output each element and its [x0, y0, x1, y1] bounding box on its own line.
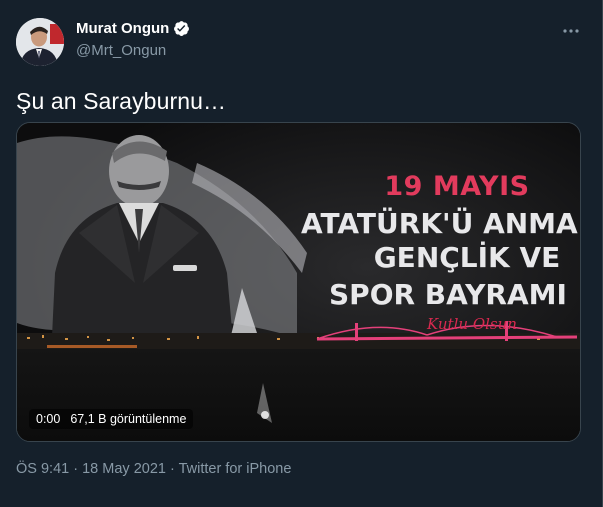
video-overlay-line-2: ATATÜRK'Ü ANMA	[301, 207, 578, 240]
avatar[interactable]	[16, 18, 64, 66]
verified-badge-icon	[173, 20, 190, 37]
video-player[interactable]: 19 MAYIS ATATÜRK'Ü ANMA GENÇLİK VE SPOR …	[16, 122, 581, 442]
video-overlay-line-3: GENÇLİK VE	[373, 241, 561, 274]
handle[interactable]: @Mrt_Ongun	[76, 42, 166, 59]
meta-separator: ·	[73, 461, 79, 477]
video-overlay-line-5: Kutlu Olsun	[427, 315, 517, 333]
tweet-time[interactable]: ÖS 9:41	[16, 461, 69, 477]
author-name-row[interactable]: Murat Ongun	[76, 20, 190, 37]
tweet-metadata: ÖS 9:41 · 18 May 2021 · Twitter for iPho…	[16, 461, 291, 477]
display-name[interactable]: Murat Ongun	[76, 20, 169, 37]
video-info-badge: 0:00 67,1 B görüntülenme	[29, 409, 194, 429]
tweet-source[interactable]: Twitter for iPhone	[179, 461, 292, 477]
avatar-image	[16, 18, 64, 66]
video-time: 0:00	[36, 412, 61, 426]
video-overlay-line-1: 19 MAYIS	[384, 171, 530, 202]
tweet-date[interactable]: 18 May 2021	[82, 461, 166, 477]
tweet: Murat Ongun @Mrt_Ongun Şu an Sarayburnu…	[0, 0, 603, 507]
more-options-icon[interactable]	[558, 22, 584, 40]
meta-separator: ·	[169, 461, 175, 477]
video-views: 67,1 B görüntülenme	[70, 412, 187, 426]
video-overlay-line-4: SPOR BAYRAMI	[329, 278, 567, 311]
tweet-text: Şu an Sarayburnu…	[16, 88, 227, 114]
